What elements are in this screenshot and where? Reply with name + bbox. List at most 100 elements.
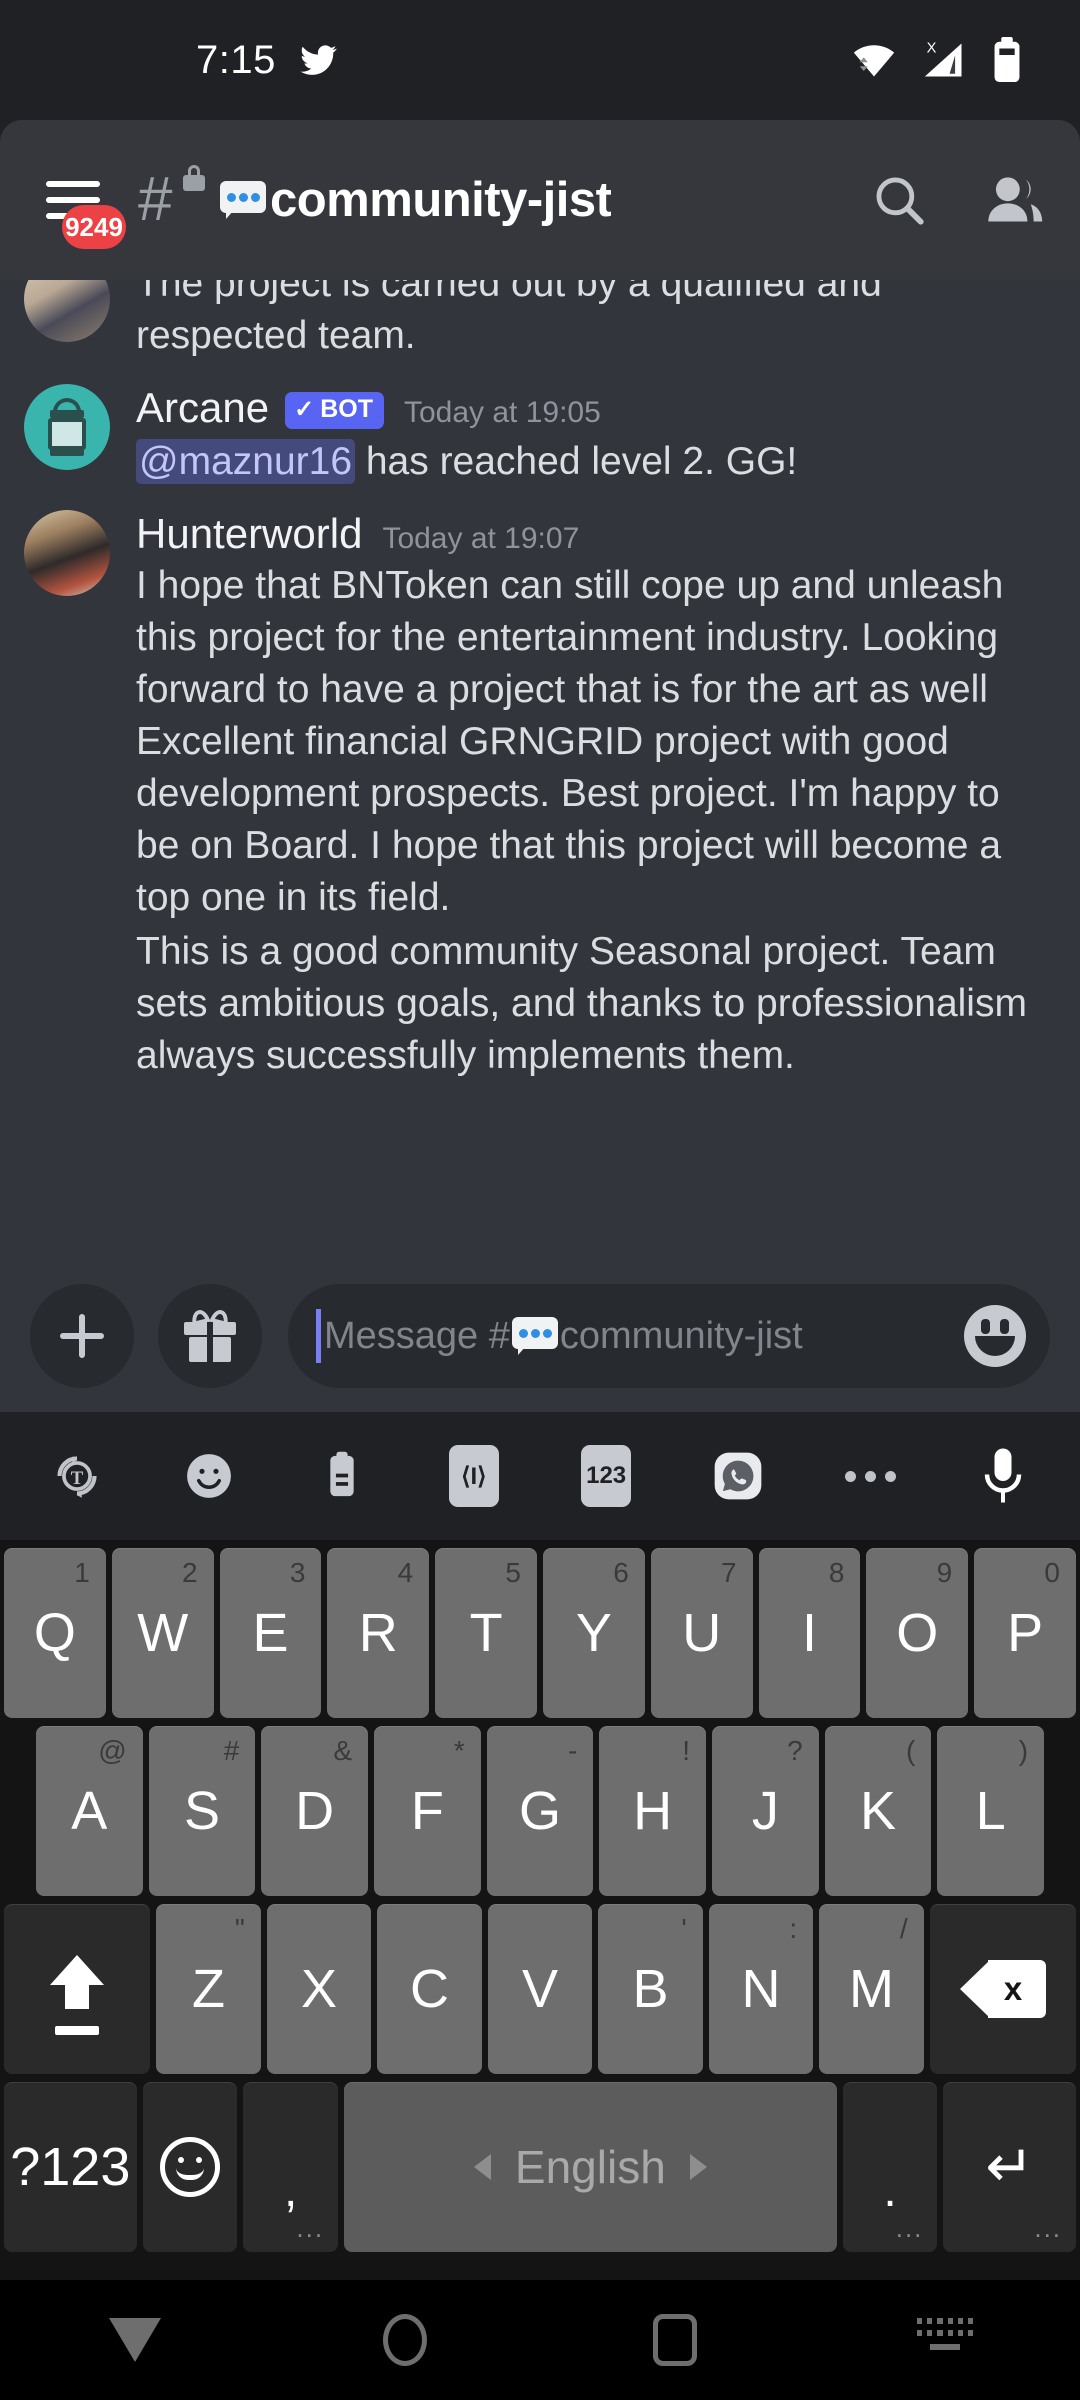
message-author[interactable]: Hunterworld — [136, 510, 362, 558]
key-c[interactable]: C — [377, 1904, 482, 2074]
menu-button[interactable]: 9249 — [34, 161, 126, 249]
user-mention[interactable]: @maznur16 — [136, 439, 356, 484]
key-y[interactable]: 6Y — [543, 1548, 645, 1718]
key-label: U — [682, 1603, 722, 1663]
symbols-key[interactable]: ?123 — [3, 2082, 137, 2252]
backspace-key[interactable]: x — [929, 1904, 1076, 2074]
next-language-icon[interactable] — [689, 2154, 707, 2180]
svg-text:T: T — [71, 1468, 84, 1489]
text-format-icon[interactable]: ⟨I⟩ — [437, 1439, 511, 1513]
key-hint: - — [568, 1735, 578, 1766]
key-r[interactable]: 4R — [327, 1548, 430, 1718]
android-nav-bar — [0, 2280, 1080, 2400]
emoji-picker-icon[interactable] — [964, 1305, 1026, 1367]
key-e[interactable]: 3E — [219, 1548, 322, 1718]
add-attachment-button[interactable] — [30, 1284, 134, 1388]
key-s[interactable]: # S — [148, 1726, 256, 1896]
key-hint: 1 — [74, 1557, 90, 1588]
key-label: N — [741, 1959, 781, 2019]
long-press-hint: ... — [895, 2213, 924, 2243]
unread-badge: 9249 — [62, 205, 126, 249]
numbers-icon[interactable]: 123 — [569, 1439, 643, 1513]
key-a[interactable]: @ A — [35, 1726, 143, 1896]
comma-key[interactable]: , ... — [243, 2082, 339, 2252]
key-n[interactable]: :N — [708, 1904, 814, 2074]
message-body: The project is carried out by a qualifie… — [136, 280, 1046, 362]
key-label: W — [137, 1603, 189, 1663]
avatar[interactable] — [24, 510, 110, 596]
key-h[interactable]: ! H — [599, 1726, 707, 1896]
key-hint: ) — [1018, 1735, 1029, 1766]
key-label: , — [284, 2164, 298, 2217]
nav-keyboard-switch-button[interactable] — [810, 2318, 1080, 2362]
key-label: C — [410, 1959, 449, 2019]
avatar[interactable] — [24, 280, 110, 342]
message-list[interactable]: The project is carried out by a qualifie… — [0, 280, 1080, 1260]
key-label: P — [1007, 1603, 1044, 1663]
key-k[interactable]: (K — [824, 1726, 932, 1896]
message-item[interactable]: Arcane ✓ BOT Today at 19:05 @maznur16 has… — [0, 384, 1080, 488]
key-m[interactable]: / M — [819, 1904, 924, 2074]
key-z[interactable]: " Z — [156, 1904, 261, 2074]
shift-key[interactable] — [4, 1904, 151, 2074]
message-input-field[interactable]: Message # community-jist — [288, 1284, 1050, 1388]
key-hint: 3 — [289, 1557, 306, 1588]
key-j[interactable]: ? J — [712, 1726, 819, 1896]
key-t[interactable]: 5T — [435, 1548, 537, 1718]
avatar[interactable] — [24, 384, 110, 470]
key-b[interactable]: ' B — [598, 1904, 703, 2074]
key-label: R — [358, 1603, 398, 1663]
members-icon[interactable] — [984, 171, 1046, 229]
message-item[interactable]: Hunterworld Today at 19:07 I hope that B… — [0, 510, 1080, 1082]
nav-back-button[interactable] — [0, 2318, 270, 2362]
translate-icon[interactable]: T — [40, 1439, 114, 1513]
microphone-icon[interactable] — [966, 1439, 1040, 1513]
message-author[interactable]: Arcane — [136, 384, 269, 432]
clipboard-icon[interactable] — [305, 1439, 379, 1513]
key-hint: ( — [906, 1735, 916, 1766]
key-hint: ? — [787, 1735, 803, 1766]
key-v[interactable]: V — [487, 1904, 593, 2074]
key-u[interactable]: 7U — [650, 1548, 753, 1718]
wifi-icon — [850, 38, 898, 82]
space-key[interactable]: English — [344, 2082, 837, 2252]
key-hint: & — [333, 1735, 352, 1766]
message-text: I hope that BNToken can still cope up an… — [136, 564, 1004, 919]
sticker-icon[interactable] — [701, 1439, 775, 1513]
key-i[interactable]: 8I — [758, 1548, 861, 1718]
on-screen-keyboard[interactable]: 1Q 2W 3E 4R 5T 6Y 7U 8I 9O 0P @ A # S & D *… — [0, 1540, 1080, 2280]
key-x[interactable]: X — [266, 1904, 372, 2074]
channel-title[interactable]: community-jist — [220, 172, 852, 228]
search-icon[interactable] — [870, 171, 928, 229]
key-hint: * — [453, 1735, 465, 1766]
plus-icon — [60, 1314, 104, 1358]
backspace-icon: x — [959, 1960, 1046, 2018]
key-label: English — [514, 2141, 666, 2193]
recents-icon — [653, 2314, 697, 2366]
period-key[interactable]: . ... — [842, 2082, 938, 2252]
emoji-icon[interactable] — [172, 1439, 246, 1513]
key-f[interactable]: * F — [374, 1726, 481, 1896]
prev-language-icon[interactable] — [473, 2154, 491, 2180]
key-l[interactable]: ) L — [937, 1726, 1045, 1896]
key-d[interactable]: & D — [261, 1726, 368, 1896]
key-w[interactable]: 2W — [111, 1548, 214, 1718]
key-q[interactable]: 1Q — [4, 1548, 106, 1718]
key-label: D — [295, 1781, 335, 1841]
long-press-hint: ... — [296, 2213, 325, 2243]
key-p[interactable]: 0P — [974, 1548, 1076, 1718]
bot-badge: ✓ BOT — [285, 392, 384, 429]
key-label: S — [183, 1781, 220, 1841]
nav-recents-button[interactable] — [540, 2314, 810, 2366]
message-item[interactable]: The project is carried out by a qualifie… — [0, 280, 1080, 362]
key-hint: : — [789, 1913, 798, 1944]
enter-key[interactable]: ↵ ... — [943, 2082, 1077, 2252]
nav-home-button[interactable] — [270, 2314, 540, 2366]
gift-button[interactable] — [158, 1284, 262, 1388]
message-input-bar: Message # community-jist — [0, 1260, 1080, 1412]
emoji-key[interactable] — [142, 2082, 238, 2252]
key-g[interactable]: -G — [486, 1726, 594, 1896]
key-o[interactable]: 9O — [866, 1548, 969, 1718]
overflow-icon[interactable] — [834, 1439, 908, 1513]
bot-badge-label: BOT — [320, 395, 373, 423]
